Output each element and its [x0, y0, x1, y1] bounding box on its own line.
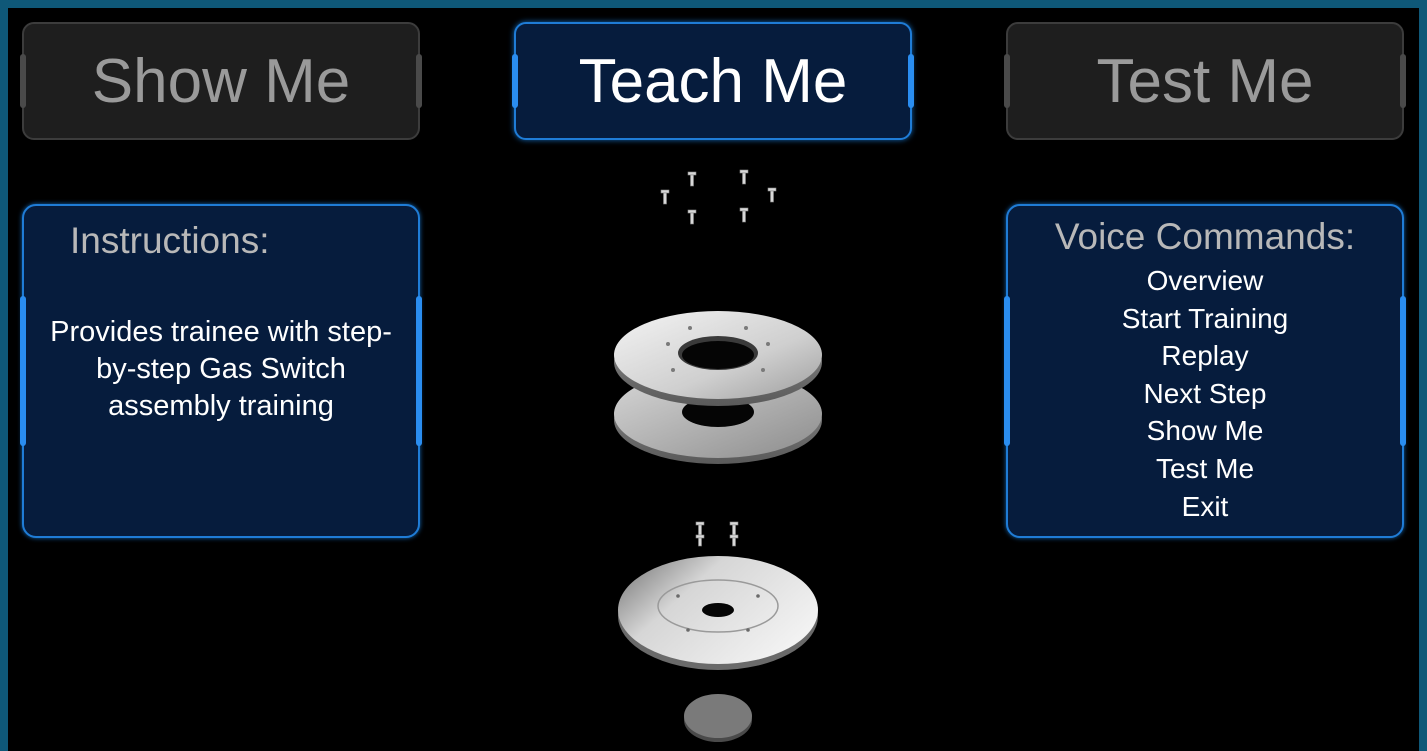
voice-commands-list: Overview Start Training Replay Next Step… [1008, 262, 1402, 525]
voice-command-show-me: Show Me [1146, 415, 1264, 447]
teach-me-button[interactable]: Teach Me [512, 22, 914, 140]
test-me-button[interactable]: Test Me [1004, 22, 1406, 140]
voice-command-exit: Exit [1181, 490, 1229, 522]
center-disc [684, 694, 752, 742]
voice-commands-title: Voice Commands: [1054, 216, 1356, 257]
middle-screws [695, 521, 739, 547]
voice-command-overview: Overview [1146, 265, 1264, 296]
base-plate [618, 556, 818, 670]
instructions-panel: Instructions: Provides trainee with step… [20, 204, 422, 538]
upper-ring-plate [614, 311, 822, 406]
gas-switch-model[interactable] [568, 148, 868, 748]
voice-command-test-me: Test Me [1155, 452, 1255, 484]
voice-command-replay: Replay [1161, 340, 1249, 372]
instructions-text: Provides trainee with step-by-step Gas S… [50, 316, 392, 422]
gas-switch-model-graphic [614, 169, 822, 742]
show-me-button[interactable]: Show Me [20, 22, 422, 140]
voice-commands-panel: Voice Commands: Overview Start Training … [1004, 204, 1406, 538]
training-stage: Show Me Teach Me Test Me Instructions: P… [8, 8, 1419, 751]
top-screws [660, 169, 777, 225]
instructions-title: Instructions: [70, 220, 270, 261]
voice-command-start-training: Start Training [1121, 302, 1289, 334]
voice-command-next-step: Next Step [1143, 377, 1267, 409]
